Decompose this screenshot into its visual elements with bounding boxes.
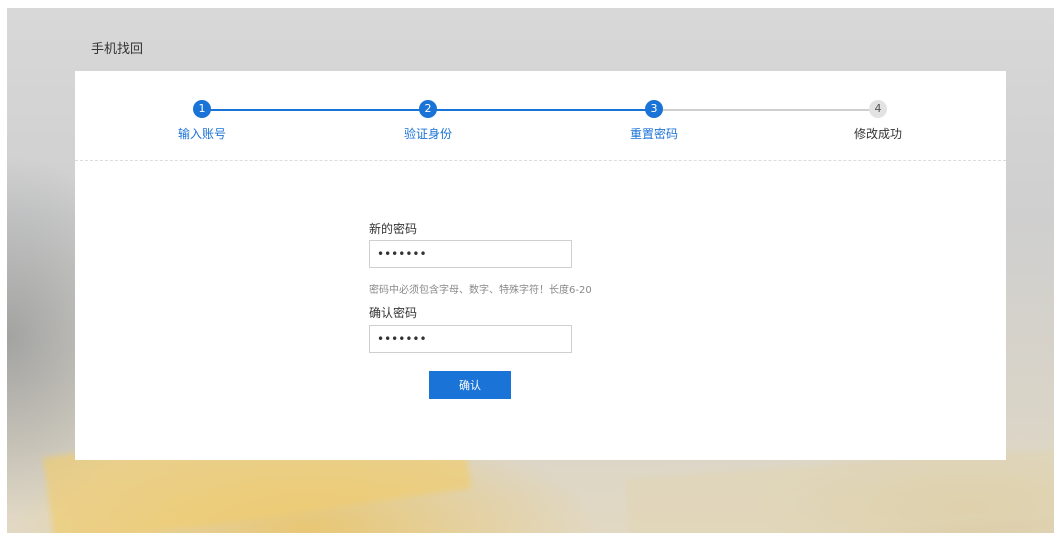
step-number-badge: 4 <box>869 100 887 118</box>
step-4: 4 修改成功 <box>818 100 938 142</box>
password-hint: 密码中必须包含字母、数字、特殊字符！长度6-20 <box>369 285 592 296</box>
step-3: 3 重置密码 <box>594 100 714 142</box>
step-number-badge: 1 <box>193 100 211 118</box>
step-label: 重置密码 <box>629 127 678 141</box>
confirm-password-field[interactable] <box>369 325 572 353</box>
confirm-password-label: 确认密码 <box>369 306 418 320</box>
page-title: 手机找回 <box>91 42 144 57</box>
reset-password-form: 新的密码 密码中必须包含字母、数字、特殊字符！长度6-20 确认密码 确认 <box>369 221 669 399</box>
confirm-button[interactable]: 确认 <box>429 371 511 399</box>
step-2: 2 验证身份 <box>368 100 488 142</box>
step-label: 验证身份 <box>403 127 452 141</box>
step-label: 修改成功 <box>853 127 902 141</box>
step-number-badge: 2 <box>419 100 437 118</box>
step-label: 输入账号 <box>177 127 226 141</box>
recovery-card: 1 输入账号 2 验证身份 3 重置密码 4 修改成功 新的密码 密码中必须包含… <box>75 71 1006 460</box>
progress-steps: 1 输入账号 2 验证身份 3 重置密码 4 修改成功 <box>75 71 1006 161</box>
new-password-field[interactable] <box>369 240 572 268</box>
new-password-label: 新的密码 <box>369 222 418 236</box>
step-number-badge: 3 <box>645 100 663 118</box>
step-1: 1 输入账号 <box>142 100 262 142</box>
